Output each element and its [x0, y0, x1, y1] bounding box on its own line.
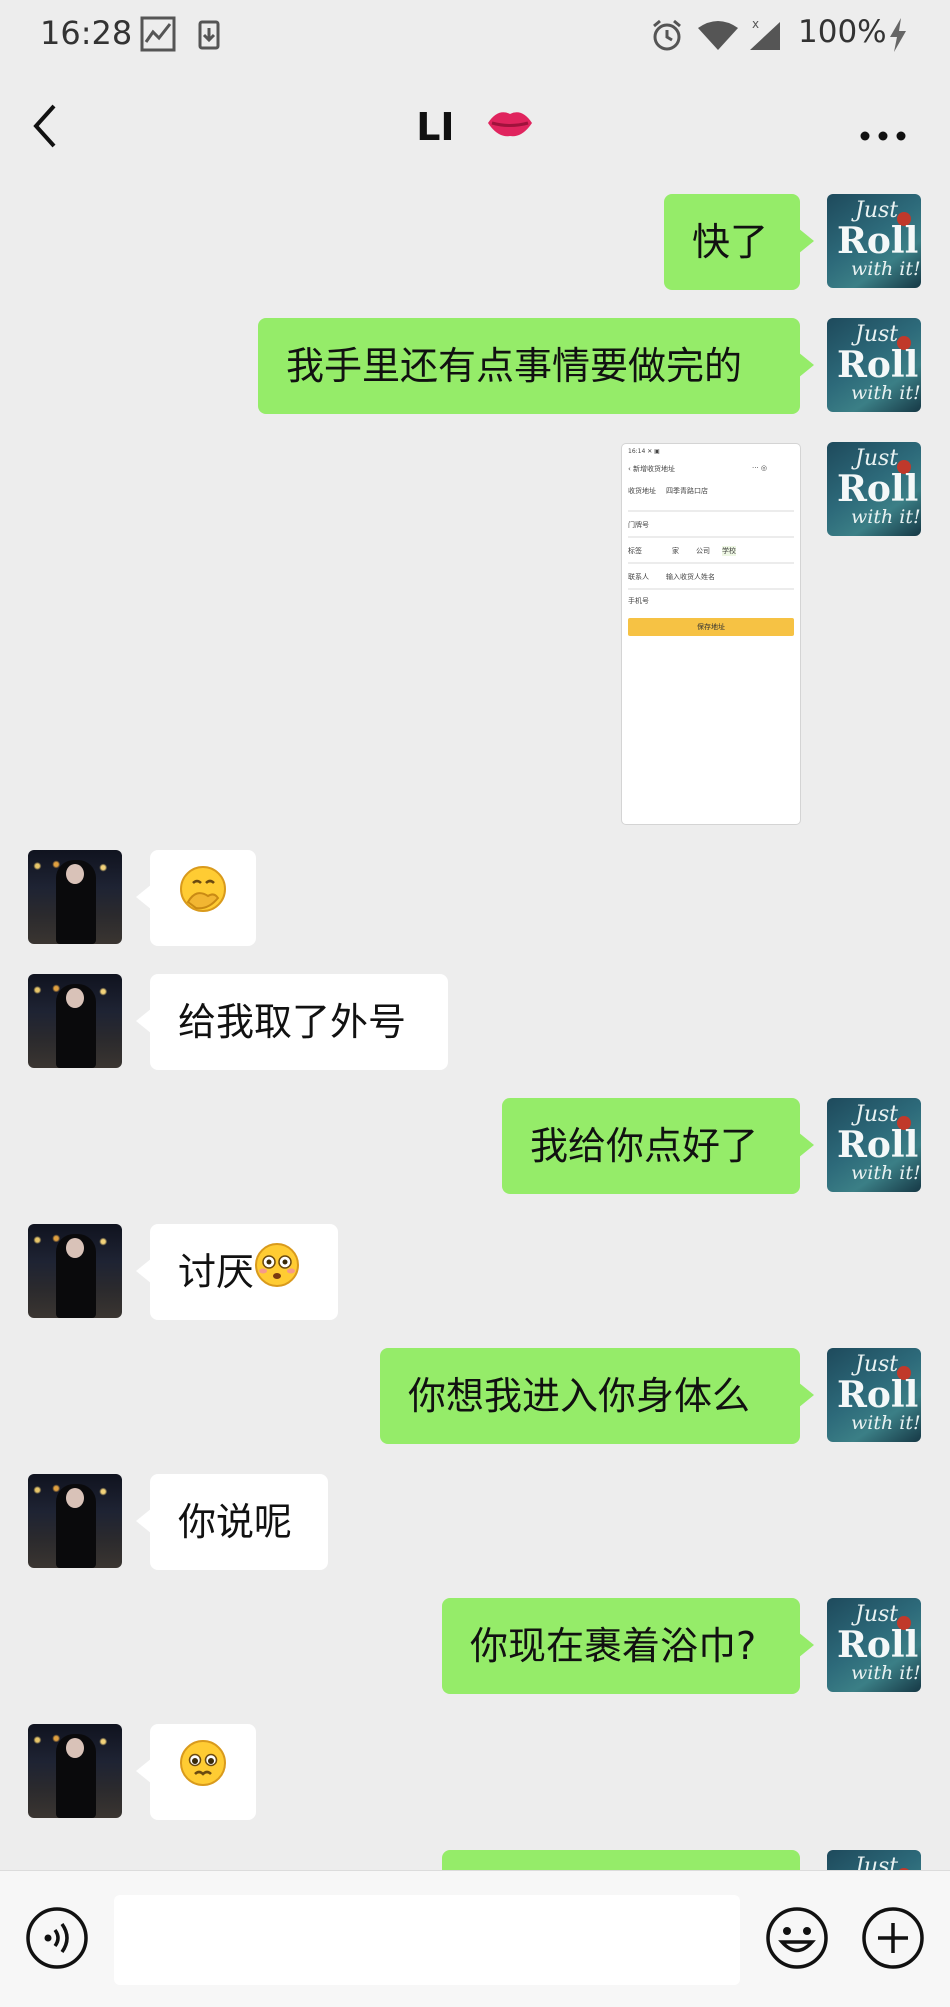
status-time: 16:28 — [40, 14, 133, 52]
message-bubble-sent[interactable]: 我手里还有点事情要做完的 — [258, 318, 814, 414]
alarm-icon — [650, 18, 684, 56]
contact-avatar[interactable] — [28, 1724, 122, 1818]
message-text: 你说呢 — [178, 1500, 293, 1544]
chat-title: LI — [0, 102, 950, 149]
wifi-icon — [696, 20, 740, 56]
battery-percent: 100% — [798, 14, 887, 50]
message-bubble-sent[interactable]: 你想我进入你身体么 — [380, 1348, 814, 1444]
message-bubble-sent[interactable]: 你现在裹着浴巾? — [442, 1598, 814, 1694]
message-text: 你现在裹着浴巾? — [470, 1624, 757, 1668]
message-text: 我给你点好了 — [530, 1124, 759, 1168]
my-avatar[interactable]: JustRollwith it! — [827, 442, 921, 536]
message-text: 我手里还有点事情要做完的 — [286, 344, 743, 388]
message-list[interactable]: 快了 Just Roll with it! 我手里还有点事情要做完的 Just Rol… — [0, 188, 950, 1870]
message-bubble-sent-partial[interactable] — [442, 1850, 800, 1870]
message-bubble-received[interactable]: 讨厌 — [136, 1224, 338, 1323]
message-text: 给我取了外号 — [178, 1000, 407, 1044]
message-text: 快了 — [692, 220, 769, 264]
my-avatar[interactable]: JustRollwith it! — [827, 1098, 921, 1192]
contact-avatar[interactable] — [28, 1224, 122, 1318]
message-bubble-sent[interactable]: 快了 — [664, 194, 814, 290]
lips-kiss-icon — [486, 105, 534, 149]
contact-avatar[interactable] — [28, 974, 122, 1068]
my-avatar[interactable]: JustRollwith it! — [827, 1850, 921, 1870]
message-bubble-received[interactable]: 你说呢 — [136, 1474, 328, 1570]
my-avatar[interactable]: JustRollwith it! — [827, 1598, 921, 1692]
svg-text:x: x — [752, 17, 759, 31]
contact-avatar[interactable] — [28, 1474, 122, 1568]
my-avatar[interactable]: JustRollwith it! — [827, 194, 921, 288]
contact-name: LI — [416, 104, 455, 149]
message-bubble-received[interactable] — [136, 1724, 256, 1823]
message-bubble-received[interactable] — [136, 850, 256, 949]
more-functions-plus-icon[interactable] — [860, 1905, 926, 1975]
contact-avatar[interactable] — [28, 850, 122, 944]
message-bubble-sent[interactable]: 我给你点好了 — [502, 1098, 814, 1194]
message-text: 你想我进入你身体么 — [408, 1374, 751, 1418]
download-notification-icon — [198, 20, 220, 54]
message-input-field[interactable] — [114, 1895, 740, 1985]
input-bar — [0, 1870, 950, 2007]
image-message-screenshot[interactable]: 16:14 ✕ ▣ ‹ 新增收货地址 ··· ◎ 收货地址 四季青路口店 门牌号… — [622, 444, 800, 824]
my-avatar[interactable]: JustRollwith it! — [827, 1348, 921, 1442]
status-bar: 16:28 x 100% — [0, 0, 950, 70]
flushed-face-emoji-icon — [254, 1227, 300, 1323]
chat-header: LI — [0, 70, 950, 188]
my-avatar[interactable]: JustRollwith it! — [827, 318, 921, 412]
pleading-face-emoji-icon — [178, 1727, 228, 1823]
message-text: 讨厌 — [178, 1250, 255, 1294]
emoji-picker-icon[interactable] — [764, 1905, 830, 1975]
stock-app-notification-icon — [140, 16, 176, 56]
hand-over-mouth-emoji-icon — [178, 853, 228, 949]
charging-bolt-icon — [888, 18, 908, 56]
voice-input-icon[interactable] — [24, 1905, 90, 1975]
more-options-icon[interactable] — [860, 126, 906, 145]
message-bubble-received[interactable]: 给我取了外号 — [136, 974, 448, 1070]
cell-signal-icon: x — [746, 16, 784, 56]
